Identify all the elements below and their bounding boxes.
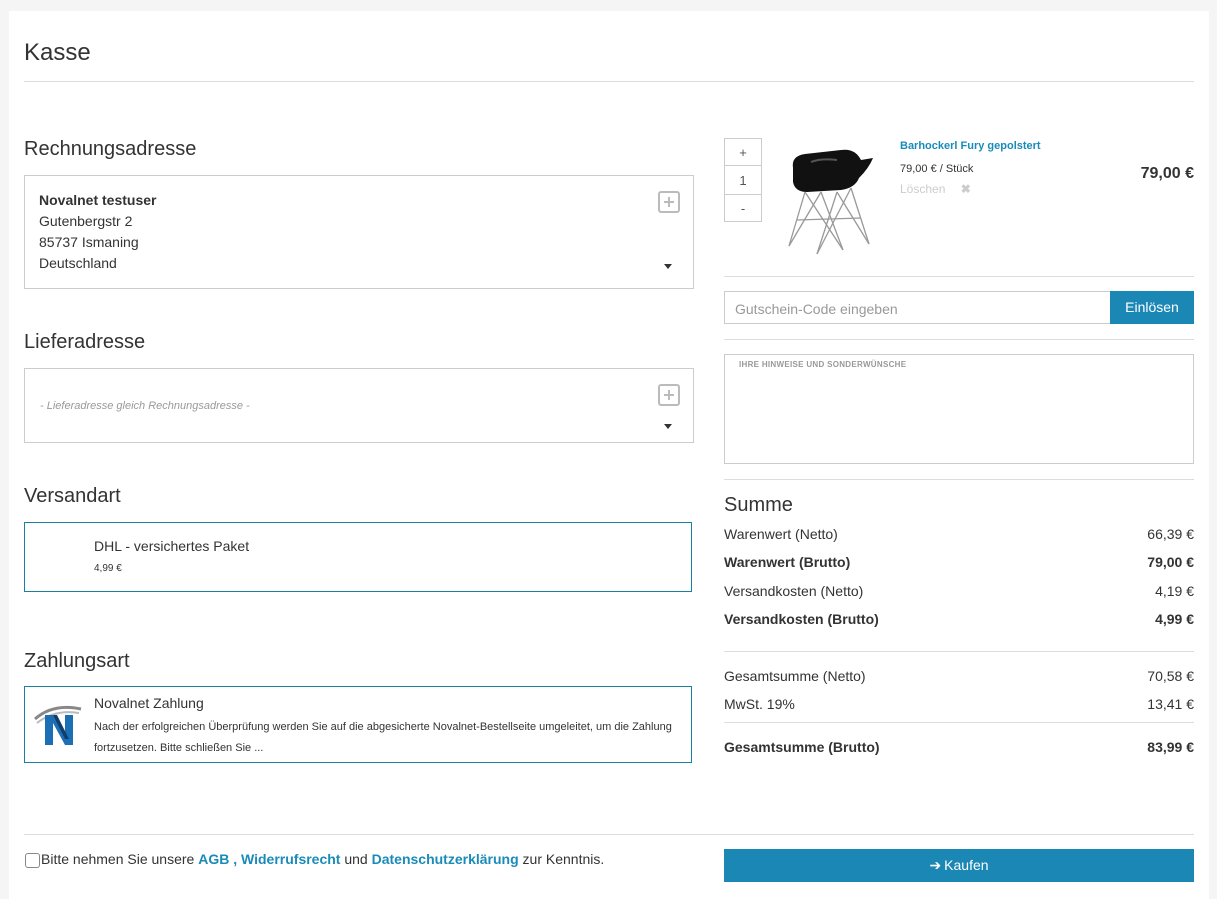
billing-name: Novalnet testuser bbox=[39, 192, 157, 208]
payment-heading: Zahlungsart bbox=[24, 650, 130, 672]
cart-divider bbox=[724, 276, 1194, 277]
voucher-placeholder: Gutschein-Code eingeben bbox=[735, 301, 898, 317]
shipping-address-placeholder: - Lieferadresse gleich Rechnungsadresse … bbox=[40, 400, 250, 412]
voucher-divider bbox=[724, 339, 1194, 340]
page-title: Kasse bbox=[24, 39, 91, 66]
caret-down-icon[interactable] bbox=[664, 264, 672, 269]
payment-method-name: Novalnet Zahlung bbox=[94, 695, 204, 711]
voucher-input[interactable]: Gutschein-Code eingeben bbox=[724, 291, 1111, 324]
buy-button-label: Kaufen bbox=[944, 857, 989, 873]
add-billing-address-icon[interactable] bbox=[658, 191, 680, 213]
title-divider bbox=[24, 81, 1194, 82]
caret-down-icon[interactable] bbox=[664, 424, 672, 429]
shipping-address-box[interactable]: - Lieferadresse gleich Rechnungsadresse … bbox=[24, 368, 694, 443]
item-total: 79,00 € bbox=[1140, 165, 1194, 182]
footer-divider bbox=[24, 834, 1194, 835]
summary-total-row: Gesamtsumme (Brutto) 83,99 € bbox=[724, 739, 1194, 755]
agb-link[interactable]: AGB bbox=[198, 851, 229, 867]
product-name-link[interactable]: Barhockerl Fury gepolstert bbox=[900, 140, 1041, 152]
buy-button[interactable]: ➔ Kaufen bbox=[724, 849, 1194, 882]
shipping-method-price: 4,99 € bbox=[94, 563, 122, 574]
billing-street: Gutenbergstr 2 bbox=[39, 213, 133, 229]
shipping-method-option[interactable]: DHL - versichertes Paket 4,99 € bbox=[24, 522, 692, 592]
add-shipping-address-icon[interactable] bbox=[658, 384, 680, 406]
delete-label: Löschen bbox=[900, 182, 946, 196]
summary-row: Gesamtsumme (Netto) 70,58 € bbox=[724, 668, 1194, 684]
product-image[interactable] bbox=[781, 138, 879, 260]
quantity-decrease-button[interactable]: - bbox=[724, 194, 762, 222]
terms-checkbox[interactable] bbox=[25, 853, 40, 868]
quantity-increase-button[interactable]: + bbox=[724, 138, 762, 166]
billing-country: Deutschland bbox=[39, 255, 117, 271]
summary-row: Versandkosten (Brutto) 4,99 € bbox=[724, 611, 1194, 627]
summary-row: Versandkosten (Netto) 4,19 € bbox=[724, 583, 1194, 599]
summary-divider bbox=[724, 651, 1194, 652]
close-icon[interactable]: ✖ bbox=[961, 182, 971, 196]
terms-text: Bitte nehmen Sie unsere AGB , Widerrufsr… bbox=[41, 851, 605, 867]
payment-method-option[interactable]: Novalnet Zahlung Nach der erfolgreichen … bbox=[24, 686, 692, 763]
shipping-address-heading: Lieferadresse bbox=[24, 331, 146, 353]
notes-label: IHRE HINWEISE UND SONDERWÜNSCHE bbox=[739, 360, 907, 369]
summary-row: Warenwert (Brutto) 79,00 € bbox=[724, 554, 1194, 570]
redeem-voucher-button[interactable]: Einlösen bbox=[1110, 291, 1194, 324]
summary-row: MwSt. 19% 13,41 € bbox=[724, 696, 1194, 712]
arrow-right-icon: ➔ bbox=[929, 857, 942, 873]
shipping-method-name: DHL - versichertes Paket bbox=[94, 538, 250, 554]
shipping-method-heading: Versandart bbox=[24, 485, 121, 507]
billing-city: 85737 Ismaning bbox=[39, 234, 139, 250]
summary-total-divider bbox=[724, 722, 1194, 723]
billing-address-box[interactable]: Novalnet testuser Gutenbergstr 2 85737 I… bbox=[24, 175, 694, 289]
summary-heading: Summe bbox=[724, 494, 793, 516]
delete-item-button[interactable]: Löschen ✖ bbox=[900, 182, 971, 196]
checkout-page: Kasse Rechnungsadresse Novalnet testuser… bbox=[9, 11, 1209, 899]
product-unit-price: 79,00 € / Stück bbox=[900, 163, 974, 175]
notes-textarea[interactable]: IHRE HINWEISE UND SONDERWÜNSCHE bbox=[724, 354, 1194, 464]
notes-divider bbox=[724, 479, 1194, 480]
billing-heading: Rechnungsadresse bbox=[24, 138, 197, 160]
summary-row: Warenwert (Netto) 66,39 € bbox=[724, 526, 1194, 542]
widerruf-link[interactable]: Widerrufsrecht bbox=[241, 851, 340, 867]
payment-method-description: Nach der erfolgreichen Überprüfung werde… bbox=[94, 721, 672, 754]
datenschutz-link[interactable]: Datenschutzerklärung bbox=[372, 851, 519, 867]
novalnet-logo bbox=[33, 697, 85, 749]
quantity-value[interactable]: 1 bbox=[724, 165, 762, 195]
